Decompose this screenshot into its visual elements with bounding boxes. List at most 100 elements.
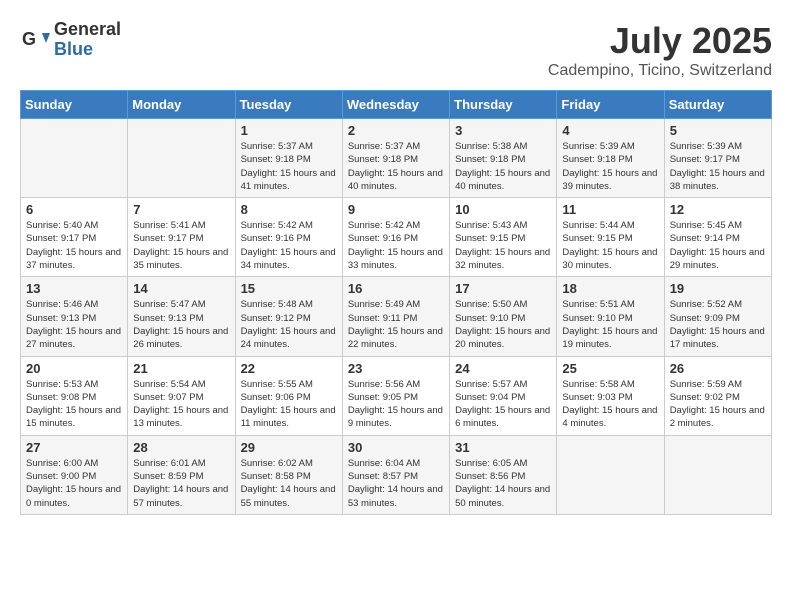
day-number: 8: [241, 202, 337, 217]
day-number: 10: [455, 202, 551, 217]
page-header: G General Blue July 2025 Cadempino, Tici…: [20, 20, 772, 80]
day-info: Sunrise: 5:41 AMSunset: 9:17 PMDaylight:…: [133, 219, 229, 272]
day-number: 29: [241, 440, 337, 455]
weekday-header-row: SundayMondayTuesdayWednesdayThursdayFrid…: [21, 91, 772, 119]
day-number: 16: [348, 281, 444, 296]
calendar-cell: 22Sunrise: 5:55 AMSunset: 9:06 PMDayligh…: [235, 356, 342, 435]
calendar-cell: 1Sunrise: 5:37 AMSunset: 9:18 PMDaylight…: [235, 119, 342, 198]
calendar-cell: 7 Sunrise: 5:41 AMSunset: 9:17 PMDaylight…: [128, 198, 235, 277]
day-number: 1: [241, 123, 337, 138]
calendar-cell: 24Sunrise: 5:57 AMSunset: 9:04 PMDayligh…: [450, 356, 557, 435]
day-info: Sunrise: 6:00 AMSunset: 9:00 PMDaylight:…: [26, 457, 122, 510]
day-number: 2: [348, 123, 444, 138]
day-info: Sunrise: 5:55 AMSunset: 9:06 PMDaylight:…: [241, 378, 337, 431]
day-number: 9: [348, 202, 444, 217]
day-info: Sunrise: 5:56 AMSunset: 9:05 PMDaylight:…: [348, 378, 444, 431]
calendar-week-row: 13Sunrise: 5:46 AMSunset: 9:13 PMDayligh…: [21, 277, 772, 356]
day-info: Sunrise: 5:54 AMSunset: 9:07 PMDaylight:…: [133, 378, 229, 431]
day-info: Sunrise: 5:43 AMSunset: 9:15 PMDaylight:…: [455, 219, 551, 272]
calendar-cell: [21, 119, 128, 198]
weekday-header-saturday: Saturday: [664, 91, 771, 119]
calendar-cell: 28Sunrise: 6:01 AMSunset: 8:59 PMDayligh…: [128, 435, 235, 514]
calendar-cell: 16 Sunrise: 5:49 AMSunset: 9:11 PMDayligh…: [342, 277, 449, 356]
day-number: 31: [455, 440, 551, 455]
weekday-header-friday: Friday: [557, 91, 664, 119]
day-number: 19: [670, 281, 766, 296]
day-number: 23: [348, 361, 444, 376]
calendar-cell: 9 Sunrise: 5:42 AMSunset: 9:16 PMDaylight…: [342, 198, 449, 277]
day-info: Sunrise: 5:52 AMSunset: 9:09 PMDaylight:…: [670, 298, 766, 351]
calendar-cell: 11Sunrise: 5:44 AMSunset: 9:15 PMDayligh…: [557, 198, 664, 277]
weekday-header-tuesday: Tuesday: [235, 91, 342, 119]
day-number: 24: [455, 361, 551, 376]
day-info: Sunrise: 5:49 AMSunset: 9:11 PMDaylight:…: [348, 298, 444, 351]
calendar-week-row: 27Sunrise: 6:00 AMSunset: 9:00 PMDayligh…: [21, 435, 772, 514]
calendar-cell: 19 Sunrise: 5:52 AMSunset: 9:09 PMDayligh…: [664, 277, 771, 356]
day-info: Sunrise: 6:05 AMSunset: 8:56 PMDaylight:…: [455, 457, 551, 510]
day-info: Sunrise: 5:37 AMSunset: 9:18 PMDaylight:…: [348, 140, 444, 193]
location-title: Cadempino, Ticino, Switzerland: [548, 62, 772, 80]
calendar-cell: 10 Sunrise: 5:43 AMSunset: 9:15 PMDayligh…: [450, 198, 557, 277]
calendar-cell: 31 Sunrise: 6:05 AMSunset: 8:56 PMDayligh…: [450, 435, 557, 514]
calendar-cell: 21 Sunrise: 5:54 AMSunset: 9:07 PMDayligh…: [128, 356, 235, 435]
day-number: 12: [670, 202, 766, 217]
day-info: Sunrise: 5:48 AMSunset: 9:12 PMDaylight:…: [241, 298, 337, 351]
calendar-cell: 5 Sunrise: 5:39 AMSunset: 9:17 PMDaylight…: [664, 119, 771, 198]
day-info: Sunrise: 5:59 AMSunset: 9:02 PMDaylight:…: [670, 378, 766, 431]
logo-general-text: General: [54, 20, 121, 40]
calendar-cell: 12 Sunrise: 5:45 AMSunset: 9:14 PMDayligh…: [664, 198, 771, 277]
calendar-cell: 18Sunrise: 5:51 AMSunset: 9:10 PMDayligh…: [557, 277, 664, 356]
day-number: 6: [26, 202, 122, 217]
day-info: Sunrise: 5:42 AMSunset: 9:16 PMDaylight:…: [241, 219, 337, 272]
day-info: Sunrise: 5:45 AMSunset: 9:14 PMDaylight:…: [670, 219, 766, 272]
weekday-header-thursday: Thursday: [450, 91, 557, 119]
day-number: 18: [562, 281, 658, 296]
day-number: 21: [133, 361, 229, 376]
calendar-cell: 8 Sunrise: 5:42 AMSunset: 9:16 PMDaylight…: [235, 198, 342, 277]
calendar-cell: 23 Sunrise: 5:56 AMSunset: 9:05 PMDayligh…: [342, 356, 449, 435]
day-info: Sunrise: 6:04 AMSunset: 8:57 PMDaylight:…: [348, 457, 444, 510]
calendar-cell: 29 Sunrise: 6:02 AMSunset: 8:58 PMDayligh…: [235, 435, 342, 514]
day-info: Sunrise: 5:47 AMSunset: 9:13 PMDaylight:…: [133, 298, 229, 351]
svg-text:G: G: [22, 29, 36, 49]
calendar-cell: [557, 435, 664, 514]
weekday-header-monday: Monday: [128, 91, 235, 119]
day-info: Sunrise: 5:58 AMSunset: 9:03 PMDaylight:…: [562, 378, 658, 431]
logo-blue-text: Blue: [54, 40, 121, 60]
calendar-week-row: 6 Sunrise: 5:40 AMSunset: 9:17 PMDaylight…: [21, 198, 772, 277]
calendar-cell: 14 Sunrise: 5:47 AMSunset: 9:13 PMDayligh…: [128, 277, 235, 356]
day-number: 28: [133, 440, 229, 455]
calendar-cell: 26 Sunrise: 5:59 AMSunset: 9:02 PMDayligh…: [664, 356, 771, 435]
logo-icon: G: [20, 25, 50, 55]
logo-text: General Blue: [54, 20, 121, 60]
title-block: July 2025 Cadempino, Ticino, Switzerland: [548, 20, 772, 80]
month-title: July 2025: [548, 20, 772, 62]
calendar-cell: 17Sunrise: 5:50 AMSunset: 9:10 PMDayligh…: [450, 277, 557, 356]
calendar-cell: 20Sunrise: 5:53 AMSunset: 9:08 PMDayligh…: [21, 356, 128, 435]
day-number: 5: [670, 123, 766, 138]
day-number: 14: [133, 281, 229, 296]
day-info: Sunrise: 5:42 AMSunset: 9:16 PMDaylight:…: [348, 219, 444, 272]
day-number: 4: [562, 123, 658, 138]
day-number: 30: [348, 440, 444, 455]
calendar-week-row: 20Sunrise: 5:53 AMSunset: 9:08 PMDayligh…: [21, 356, 772, 435]
day-number: 17: [455, 281, 551, 296]
day-info: Sunrise: 5:46 AMSunset: 9:13 PMDaylight:…: [26, 298, 122, 351]
calendar-cell: 6 Sunrise: 5:40 AMSunset: 9:17 PMDaylight…: [21, 198, 128, 277]
calendar-cell: 13Sunrise: 5:46 AMSunset: 9:13 PMDayligh…: [21, 277, 128, 356]
calendar-cell: 27Sunrise: 6:00 AMSunset: 9:00 PMDayligh…: [21, 435, 128, 514]
day-info: Sunrise: 5:39 AMSunset: 9:17 PMDaylight:…: [670, 140, 766, 193]
day-info: Sunrise: 5:40 AMSunset: 9:17 PMDaylight:…: [26, 219, 122, 272]
weekday-header-wednesday: Wednesday: [342, 91, 449, 119]
calendar-cell: 25 Sunrise: 5:58 AMSunset: 9:03 PMDayligh…: [557, 356, 664, 435]
calendar-cell: 30 Sunrise: 6:04 AMSunset: 8:57 PMDayligh…: [342, 435, 449, 514]
day-info: Sunrise: 6:02 AMSunset: 8:58 PMDaylight:…: [241, 457, 337, 510]
calendar-cell: 4 Sunrise: 5:39 AMSunset: 9:18 PMDaylight…: [557, 119, 664, 198]
day-info: Sunrise: 5:44 AMSunset: 9:15 PMDaylight:…: [562, 219, 658, 272]
day-info: Sunrise: 5:39 AMSunset: 9:18 PMDaylight:…: [562, 140, 658, 193]
day-number: 26: [670, 361, 766, 376]
day-number: 25: [562, 361, 658, 376]
weekday-header-sunday: Sunday: [21, 91, 128, 119]
day-number: 7: [133, 202, 229, 217]
calendar-cell: [664, 435, 771, 514]
